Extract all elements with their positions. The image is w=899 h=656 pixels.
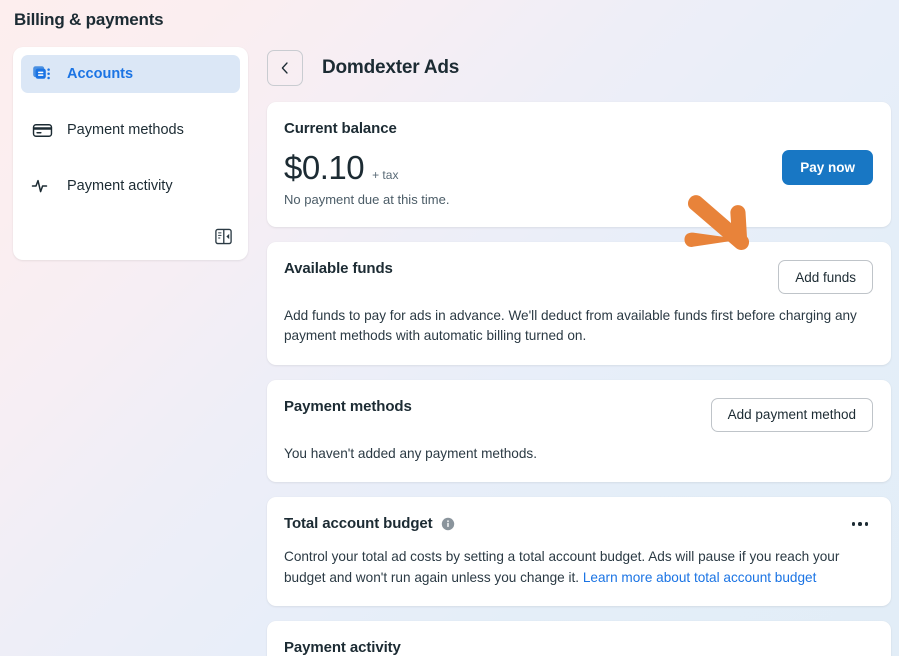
main-header: Domdexter Ads xyxy=(267,0,891,86)
pay-now-button[interactable]: Pay now xyxy=(782,150,873,185)
accounts-icon xyxy=(31,63,53,85)
sidebar-item-label: Accounts xyxy=(67,66,134,82)
sidebar-item-label: Payment activity xyxy=(67,178,173,194)
back-button[interactable] xyxy=(267,50,303,86)
page-heading: Domdexter Ads xyxy=(322,57,460,78)
available-funds-card: Available funds Add funds Add funds to p… xyxy=(267,242,891,365)
sidebar: Accounts Payment methods Payment activit… xyxy=(13,47,248,260)
chevron-left-icon xyxy=(281,62,288,74)
total-account-budget-description: Control your total ad costs by setting a… xyxy=(284,547,873,588)
overflow-menu-icon[interactable] xyxy=(847,513,873,535)
sidebar-item-accounts[interactable]: Accounts xyxy=(21,55,240,93)
total-account-budget-card: Total account budget Control your total … xyxy=(267,497,891,606)
info-circle-icon[interactable] xyxy=(441,517,455,531)
main-content: Domdexter Ads Current balance $0.10 + ta… xyxy=(267,0,891,656)
sidebar-item-label: Payment methods xyxy=(67,122,184,138)
credit-card-icon xyxy=(31,119,53,141)
learn-more-link[interactable]: Learn more about total account budget xyxy=(583,570,817,585)
add-payment-method-button[interactable]: Add payment method xyxy=(710,397,873,432)
activity-pulse-icon xyxy=(31,175,53,197)
balance-amount: $0.10 xyxy=(284,149,365,186)
total-account-budget-title: Total account budget xyxy=(284,515,455,532)
total-account-budget-label: Total account budget xyxy=(284,515,433,533)
payment-methods-title: Payment methods xyxy=(284,397,412,415)
page-title: Billing & payments xyxy=(14,10,164,29)
balance-tax-note: + tax xyxy=(372,168,399,182)
current-balance-card: Current balance $0.10 + tax No payment d… xyxy=(267,102,891,227)
balance-amount-group: $0.10 + tax No payment due at this time. xyxy=(284,151,449,207)
payment-activity-title: Payment activity xyxy=(284,638,401,656)
sidebar-nav-list: Accounts Payment methods Payment activit… xyxy=(13,47,248,205)
payment-activity-card: Payment activity xyxy=(267,620,891,656)
available-funds-title: Available funds xyxy=(284,260,393,277)
balance-due-note: No payment due at this time. xyxy=(284,192,450,207)
current-balance-title: Current balance xyxy=(284,120,397,137)
payment-methods-card: Payment methods Add payment method You h… xyxy=(267,379,891,483)
collapse-panel-icon[interactable] xyxy=(211,224,235,248)
sidebar-item-payment-methods[interactable]: Payment methods xyxy=(21,111,240,149)
payment-methods-description: You haven't added any payment methods. xyxy=(284,445,538,461)
sidebar-item-payment-activity[interactable]: Payment activity xyxy=(21,167,240,205)
add-funds-button[interactable]: Add funds xyxy=(778,260,873,294)
available-funds-description: Add funds to pay for ads in advance. We'… xyxy=(284,308,857,344)
